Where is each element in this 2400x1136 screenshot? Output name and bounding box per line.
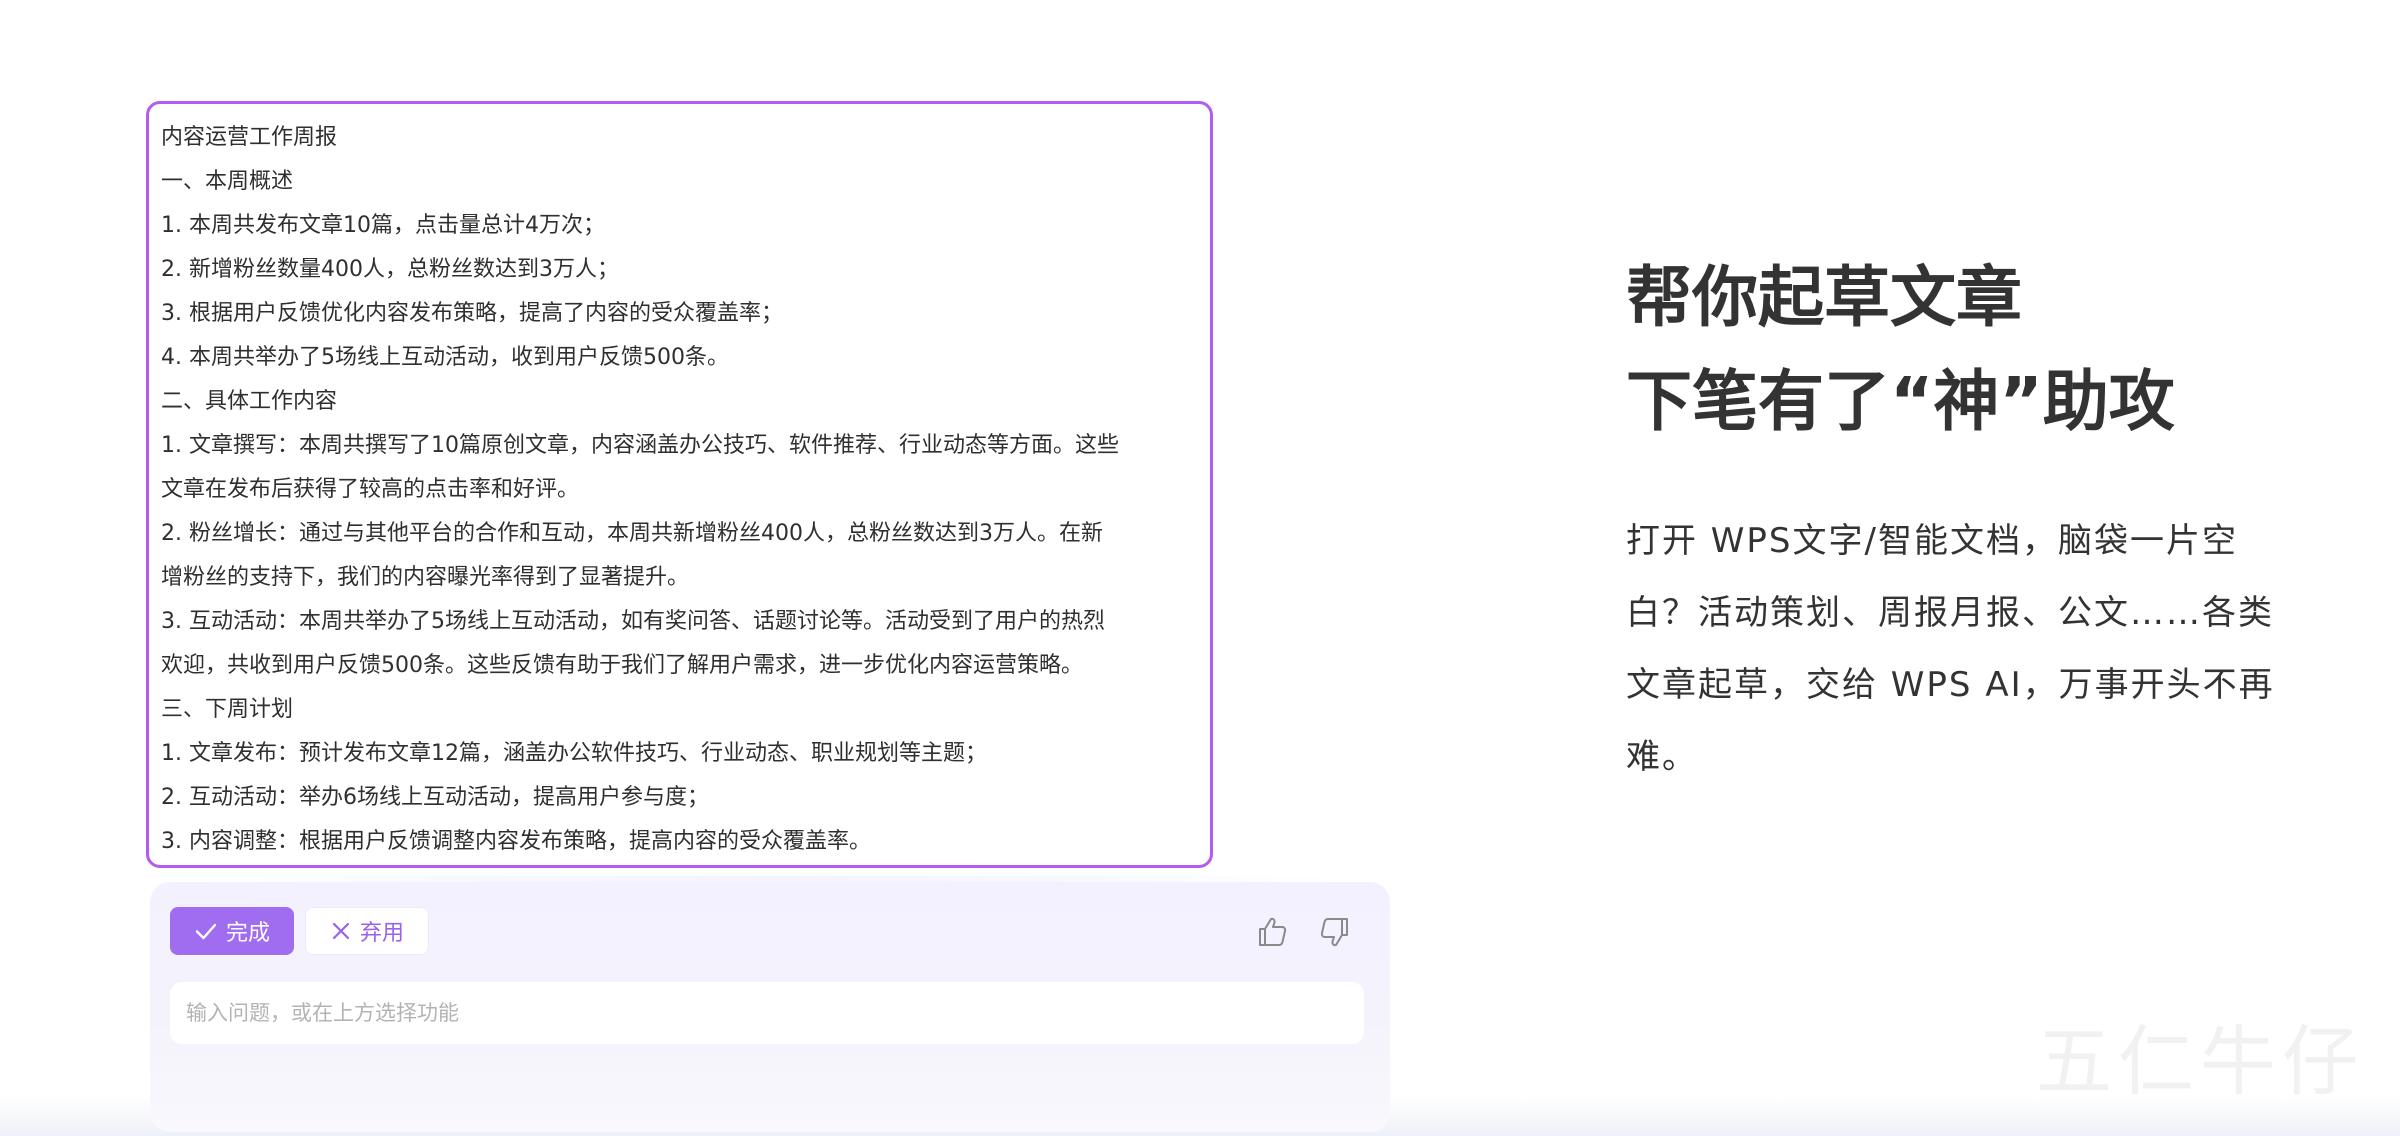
check-icon [194, 919, 218, 943]
doc-line: 欢迎，共收到用户反馈500条。这些反馈有助于我们了解用户需求，进一步优化内容运营… [161, 653, 1083, 678]
close-icon [330, 920, 352, 942]
done-button[interactable]: 完成 [170, 907, 294, 955]
doc-line: 3. 内容调整：根据用户反馈调整内容发布策略，提高内容的受众覆盖率。 [161, 829, 871, 854]
promo-description: 打开 WPS文字/智能文档，脑袋一片空白？活动策划、周报月报、公文……各类文章起… [1626, 521, 2275, 777]
doc-line: 二、具体工作内容 [161, 389, 338, 414]
doc-line: 1. 本周共发布文章10篇，点击量总计4万次； [161, 213, 605, 238]
discard-button-label: 弃用 [359, 921, 404, 946]
ask-input[interactable] [170, 982, 1364, 1044]
doc-line: 3. 根据用户反馈优化内容发布策略，提高了内容的受众覆盖率； [161, 301, 783, 326]
thumbs-down-icon[interactable] [1317, 914, 1353, 950]
doc-line: 内容运营工作周报 [161, 125, 338, 150]
doc-line: 1. 文章撰写：本周共撰写了10篇原创文章，内容涵盖办公技巧、软件推荐、行业动态… [161, 433, 1119, 458]
watermark: 五仁牛仔 [2036, 1017, 2364, 1106]
thumbs-up-icon[interactable] [1254, 914, 1290, 950]
doc-line: 增粉丝的支持下，我们的内容曝光率得到了显著提升。 [161, 565, 690, 590]
discard-button[interactable]: 弃用 [305, 907, 429, 955]
doc-line: 2. 互动活动：举办6场线上互动活动，提高用户参与度； [161, 785, 709, 810]
headline-line-2: 下笔有了“神”助攻 [1626, 363, 2175, 440]
doc-line: 2. 粉丝增长：通过与其他平台的合作和互动，本周共新增粉丝400人，总粉丝数达到… [161, 521, 1103, 546]
headline-line-1: 帮你起草文章 [1626, 259, 2022, 336]
doc-line: 文章在发布后获得了较高的点击率和好评。 [161, 477, 580, 502]
done-button-label: 完成 [225, 921, 270, 946]
doc-line: 2. 新增粉丝数量400人，总粉丝数达到3万人； [161, 257, 619, 282]
doc-line: 4. 本周共举办了5场线上互动活动，收到用户反馈500条。 [161, 345, 729, 370]
doc-line: 三、下周计划 [161, 697, 294, 722]
document-card[interactable]: 内容运营工作周报 一、本周概述 1. 本周共发布文章10篇，点击量总计4万次； … [146, 101, 1213, 868]
doc-line: 3. 互动活动：本周共举办了5场线上互动活动，如有奖问答、话题讨论等。活动受到了… [161, 609, 1105, 634]
doc-line: 一、本周概述 [161, 169, 294, 194]
doc-line: 1. 文章发布：预计发布文章12篇，涵盖办公软件技巧、行业动态、职业规划等主题； [161, 741, 987, 766]
promo-headline: 帮你起草文章 下笔有了“神”助攻 [1626, 246, 2175, 454]
